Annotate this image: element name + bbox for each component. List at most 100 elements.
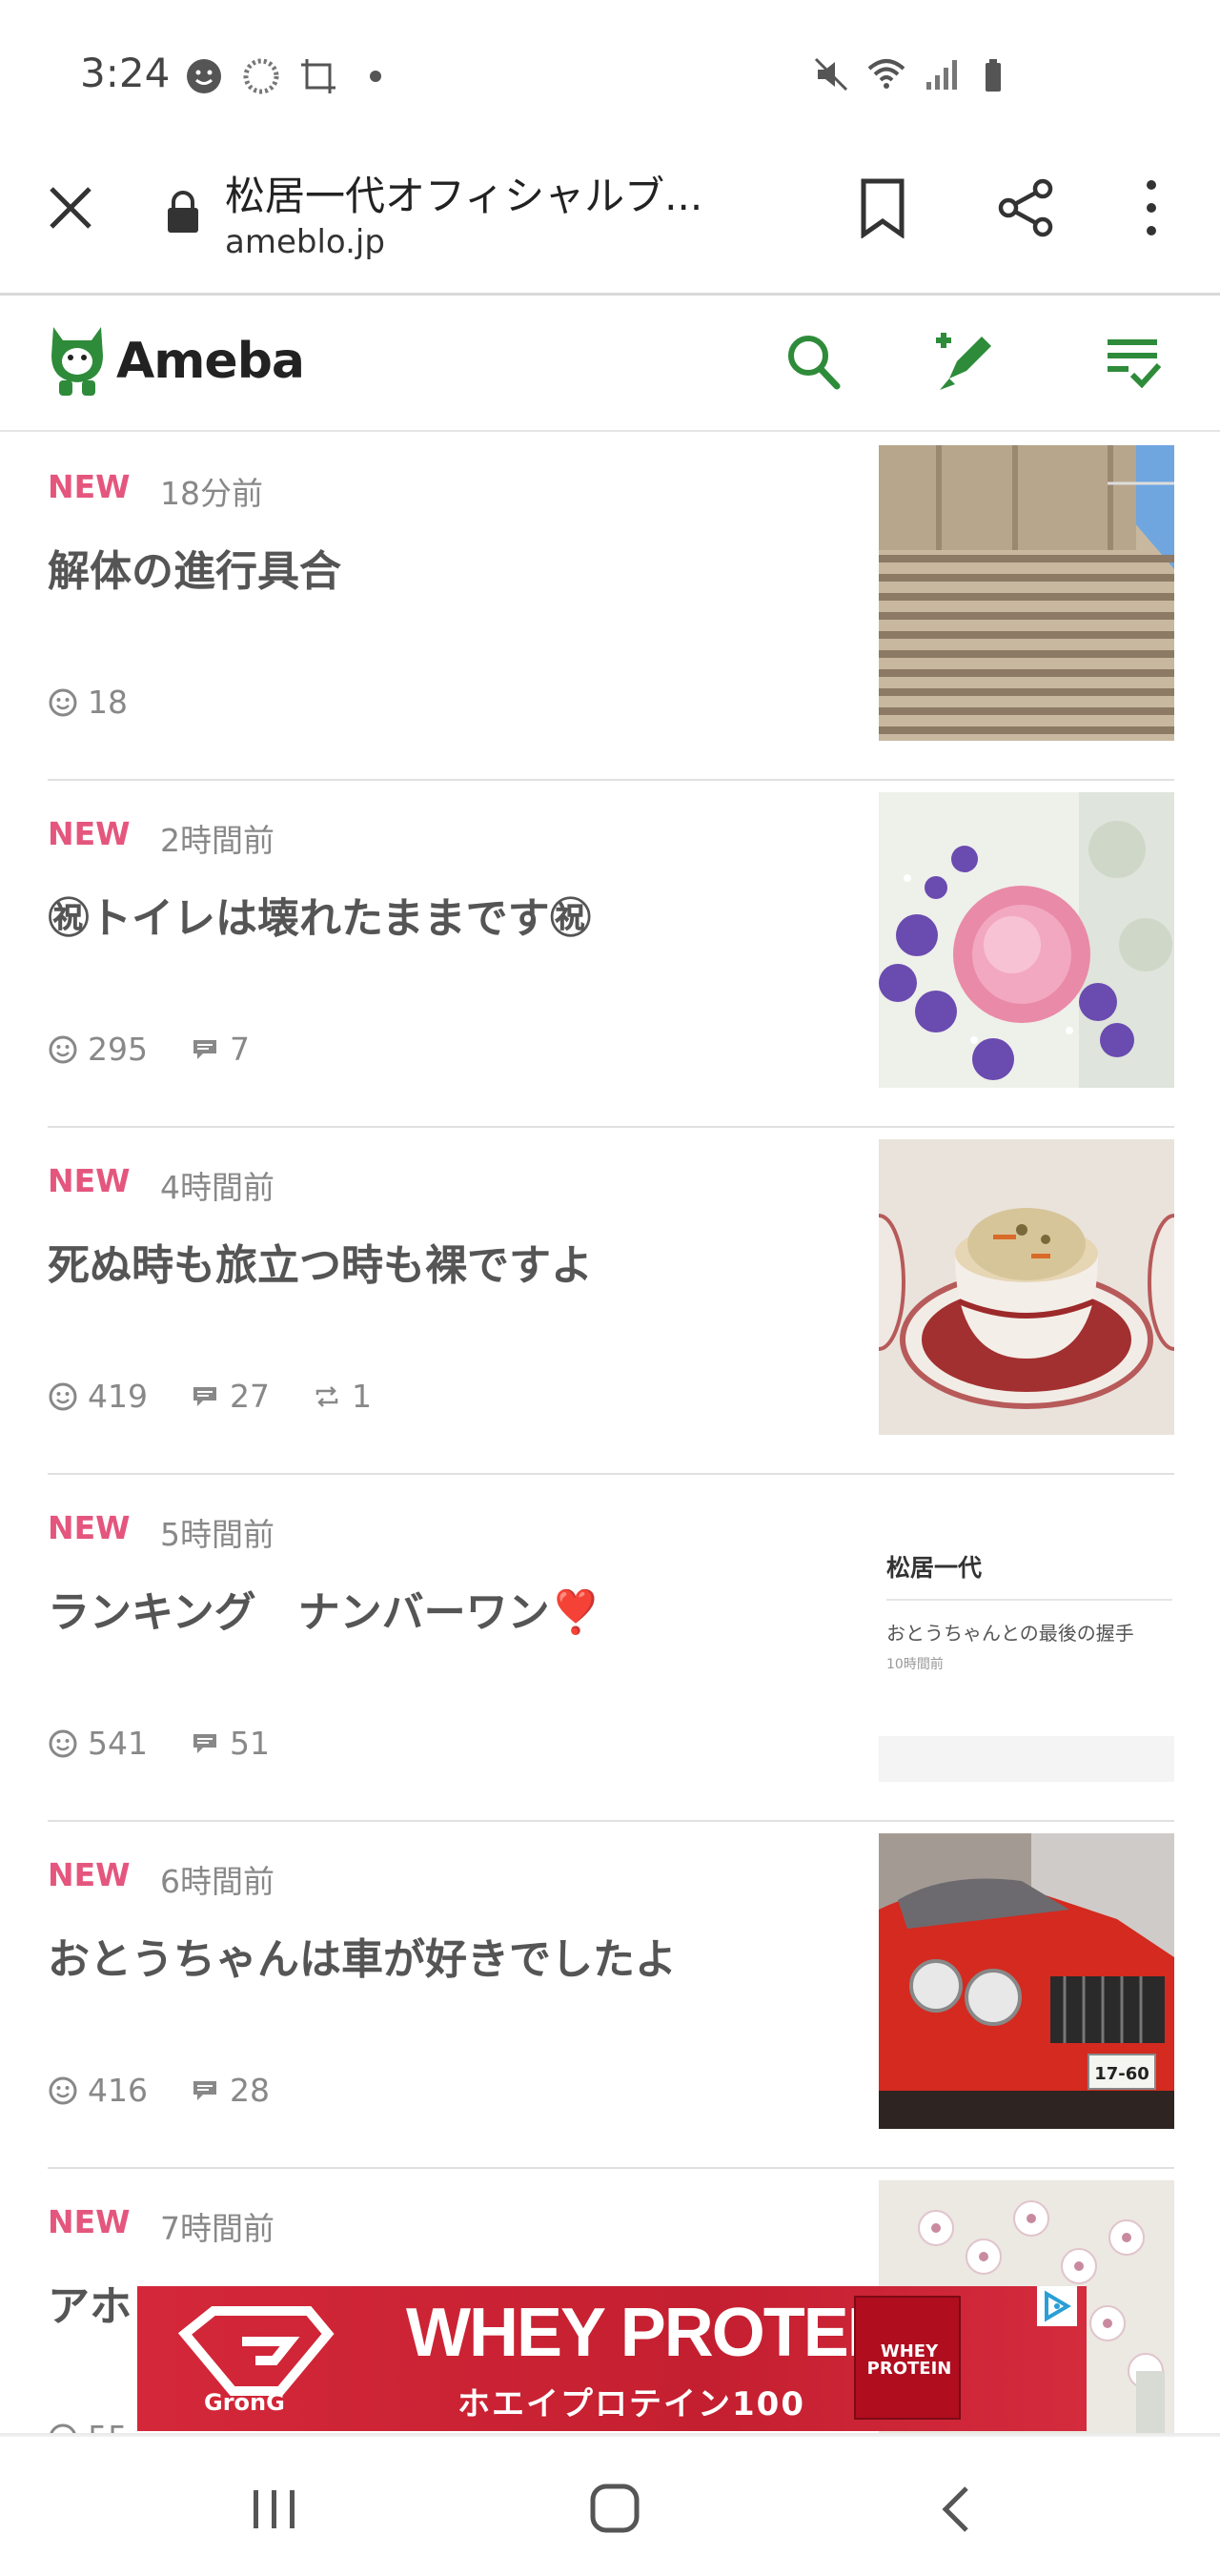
screenshot-notification-icon — [301, 59, 336, 93]
like-icon — [49, 2076, 77, 2104]
page-title: 松居一代オフィシャルブ... — [225, 173, 703, 219]
ad-subline: ホエイプロテイン100 — [458, 2385, 805, 2423]
entry-time: 6時間前 — [160, 1863, 274, 1900]
ad-product-label: WHEY PROTEIN — [866, 2341, 952, 2379]
entry-thumbnail[interactable] — [879, 445, 1174, 741]
entry-title[interactable]: ㊗トイレは壊れたままです㊗ — [48, 884, 592, 945]
lock-icon — [168, 191, 198, 233]
entry-time: 2時間前 — [160, 822, 274, 859]
mute-icon — [814, 57, 848, 92]
entry-title[interactable]: 死ぬ時も旅立つ時も裸ですよ — [48, 1231, 593, 1292]
like-icon — [49, 1382, 77, 1410]
new-badge: NEW — [48, 468, 131, 505]
like-count: 18 — [48, 684, 128, 721]
blog-card-author: 松居一代 — [886, 1554, 983, 1582]
like-count: 295 — [48, 1031, 148, 1068]
entry-time: 7時間前 — [160, 2210, 274, 2247]
reblog-icon — [315, 1385, 338, 1407]
write-post-icon[interactable] — [930, 327, 997, 394]
ameba-mascot-icon — [51, 327, 103, 396]
entry-title[interactable]: ランキング ナンバーワン❣️ — [48, 1578, 601, 1639]
ameba-header: Ameba — [0, 298, 1220, 432]
blog-entry[interactable]: NEW 4時間前 死ぬ時も旅立つ時も裸ですよ 419 27 1 — [48, 1128, 1174, 1475]
comment-count: 51 — [190, 1725, 270, 1762]
search-icon[interactable] — [785, 331, 843, 392]
entry-thumbnail[interactable] — [879, 792, 1174, 1088]
entry-time: 5時間前 — [160, 1516, 274, 1553]
ad-choices-icon[interactable] — [1037, 2286, 1077, 2326]
ameba-logo[interactable]: Ameba — [46, 323, 305, 399]
entry-thumbnail[interactable]: 17-60 — [879, 1833, 1174, 2129]
ad-product-image: WHEY PROTEIN — [854, 2296, 961, 2420]
comment-icon — [193, 1386, 216, 1406]
ad-headline: WHEY PROTEIN — [406, 2295, 914, 2371]
back-icon[interactable] — [938, 2484, 972, 2534]
comment-icon — [193, 1039, 216, 1059]
status-time: 3:24 — [80, 50, 171, 96]
entry-stats: 18 — [48, 684, 128, 721]
entry-thumbnail[interactable]: 松居一代 おとうちゃんとの最後の握手 10時間前 — [879, 1486, 1174, 1782]
building-wall-image — [879, 445, 1174, 741]
like-icon — [49, 688, 77, 716]
comment-icon — [193, 1733, 216, 1753]
status-notification-icons — [185, 57, 381, 95]
red-car-image — [879, 1833, 1174, 2129]
entry-time: 4時間前 — [160, 1169, 274, 1206]
comment-count: 28 — [190, 2072, 270, 2109]
bookmark-icon[interactable] — [858, 177, 907, 238]
page-domain: ameblo.jp — [225, 223, 385, 261]
close-icon[interactable] — [44, 181, 97, 235]
rice-bowl-image — [879, 1139, 1174, 1435]
entry-title[interactable]: 解体の進行具合 — [48, 537, 341, 598]
new-badge: NEW — [48, 1856, 131, 1893]
blog-entry[interactable]: NEW 2時間前 ㊗トイレは壊れたままです㊗ 295 7 — [48, 781, 1174, 1128]
like-count: 416 — [48, 2072, 148, 2109]
entry-stats: 295 7 — [48, 1031, 250, 1068]
new-badge: NEW — [48, 2203, 131, 2240]
smiley-notification-icon — [187, 59, 221, 93]
new-badge: NEW — [48, 815, 131, 852]
ad-banner[interactable]: GronG WHEY PROTEIN ホエイプロテイン100 WHEY PROT… — [137, 2286, 1087, 2431]
custom-tab-toolbar: 松居一代オフィシャルブ... ameblo.jp — [0, 143, 1220, 296]
home-icon[interactable] — [589, 2483, 640, 2534]
entry-title[interactable]: おとうちゃんは車が好きでしたよ — [48, 1925, 677, 1986]
new-badge: NEW — [48, 1509, 131, 1546]
ameba-logo-text: Ameba — [116, 333, 305, 390]
blog-card-divider — [886, 1599, 1172, 1601]
entry-stats: 416 28 — [48, 2072, 270, 2109]
comment-count: 27 — [190, 1378, 270, 1415]
ad-brand-text: GronG — [204, 2389, 285, 2416]
comment-icon — [193, 2080, 216, 2100]
comment-count: 7 — [190, 1031, 250, 1068]
loading-notification-icon — [243, 58, 279, 94]
wifi-icon — [867, 59, 905, 89]
like-count: 419 — [48, 1378, 148, 1415]
entry-time: 18分前 — [160, 475, 263, 512]
reading-list-icon[interactable] — [1104, 335, 1161, 388]
entry-stats: 419 27 1 — [48, 1378, 372, 1415]
new-badge: NEW — [48, 1162, 131, 1199]
blog-entry[interactable]: NEW 18分前 解体の進行具合 18 — [48, 434, 1174, 781]
status-system-icons — [812, 55, 1016, 93]
share-icon[interactable] — [995, 177, 1056, 238]
blog-card-post: おとうちゃんとの最後の握手 — [886, 1622, 1134, 1645]
like-icon — [49, 1035, 77, 1063]
reblog-count: 1 — [312, 1378, 372, 1415]
signal-icon — [926, 60, 957, 90]
license-plate-number: 17-60 — [1094, 2064, 1149, 2084]
more-notifications-dot — [370, 71, 381, 82]
recent-apps-icon[interactable] — [250, 2488, 299, 2530]
more-options-icon[interactable] — [1136, 175, 1167, 240]
entry-stats: 541 51 — [48, 1725, 270, 1762]
blog-entry[interactable]: NEW 6時間前 おとうちゃんは車が好きでしたよ 416 28 17-60 — [48, 1822, 1174, 2169]
system-navigation-bar — [0, 2437, 1220, 2576]
entry-thumbnail[interactable] — [879, 1139, 1174, 1435]
entry-title[interactable]: アホ — [48, 2272, 132, 2333]
blog-card-footer — [879, 1736, 1174, 1782]
like-count: 541 — [48, 1725, 148, 1762]
blog-entry[interactable]: NEW 5時間前 ランキング ナンバーワン❣️ 541 51 松居一代 おとうち… — [48, 1475, 1174, 1822]
blog-card-time: 10時間前 — [886, 1657, 944, 1672]
flowers-image — [879, 792, 1174, 1088]
status-bar: 3:24 — [0, 0, 1220, 143]
like-icon — [49, 1729, 77, 1757]
